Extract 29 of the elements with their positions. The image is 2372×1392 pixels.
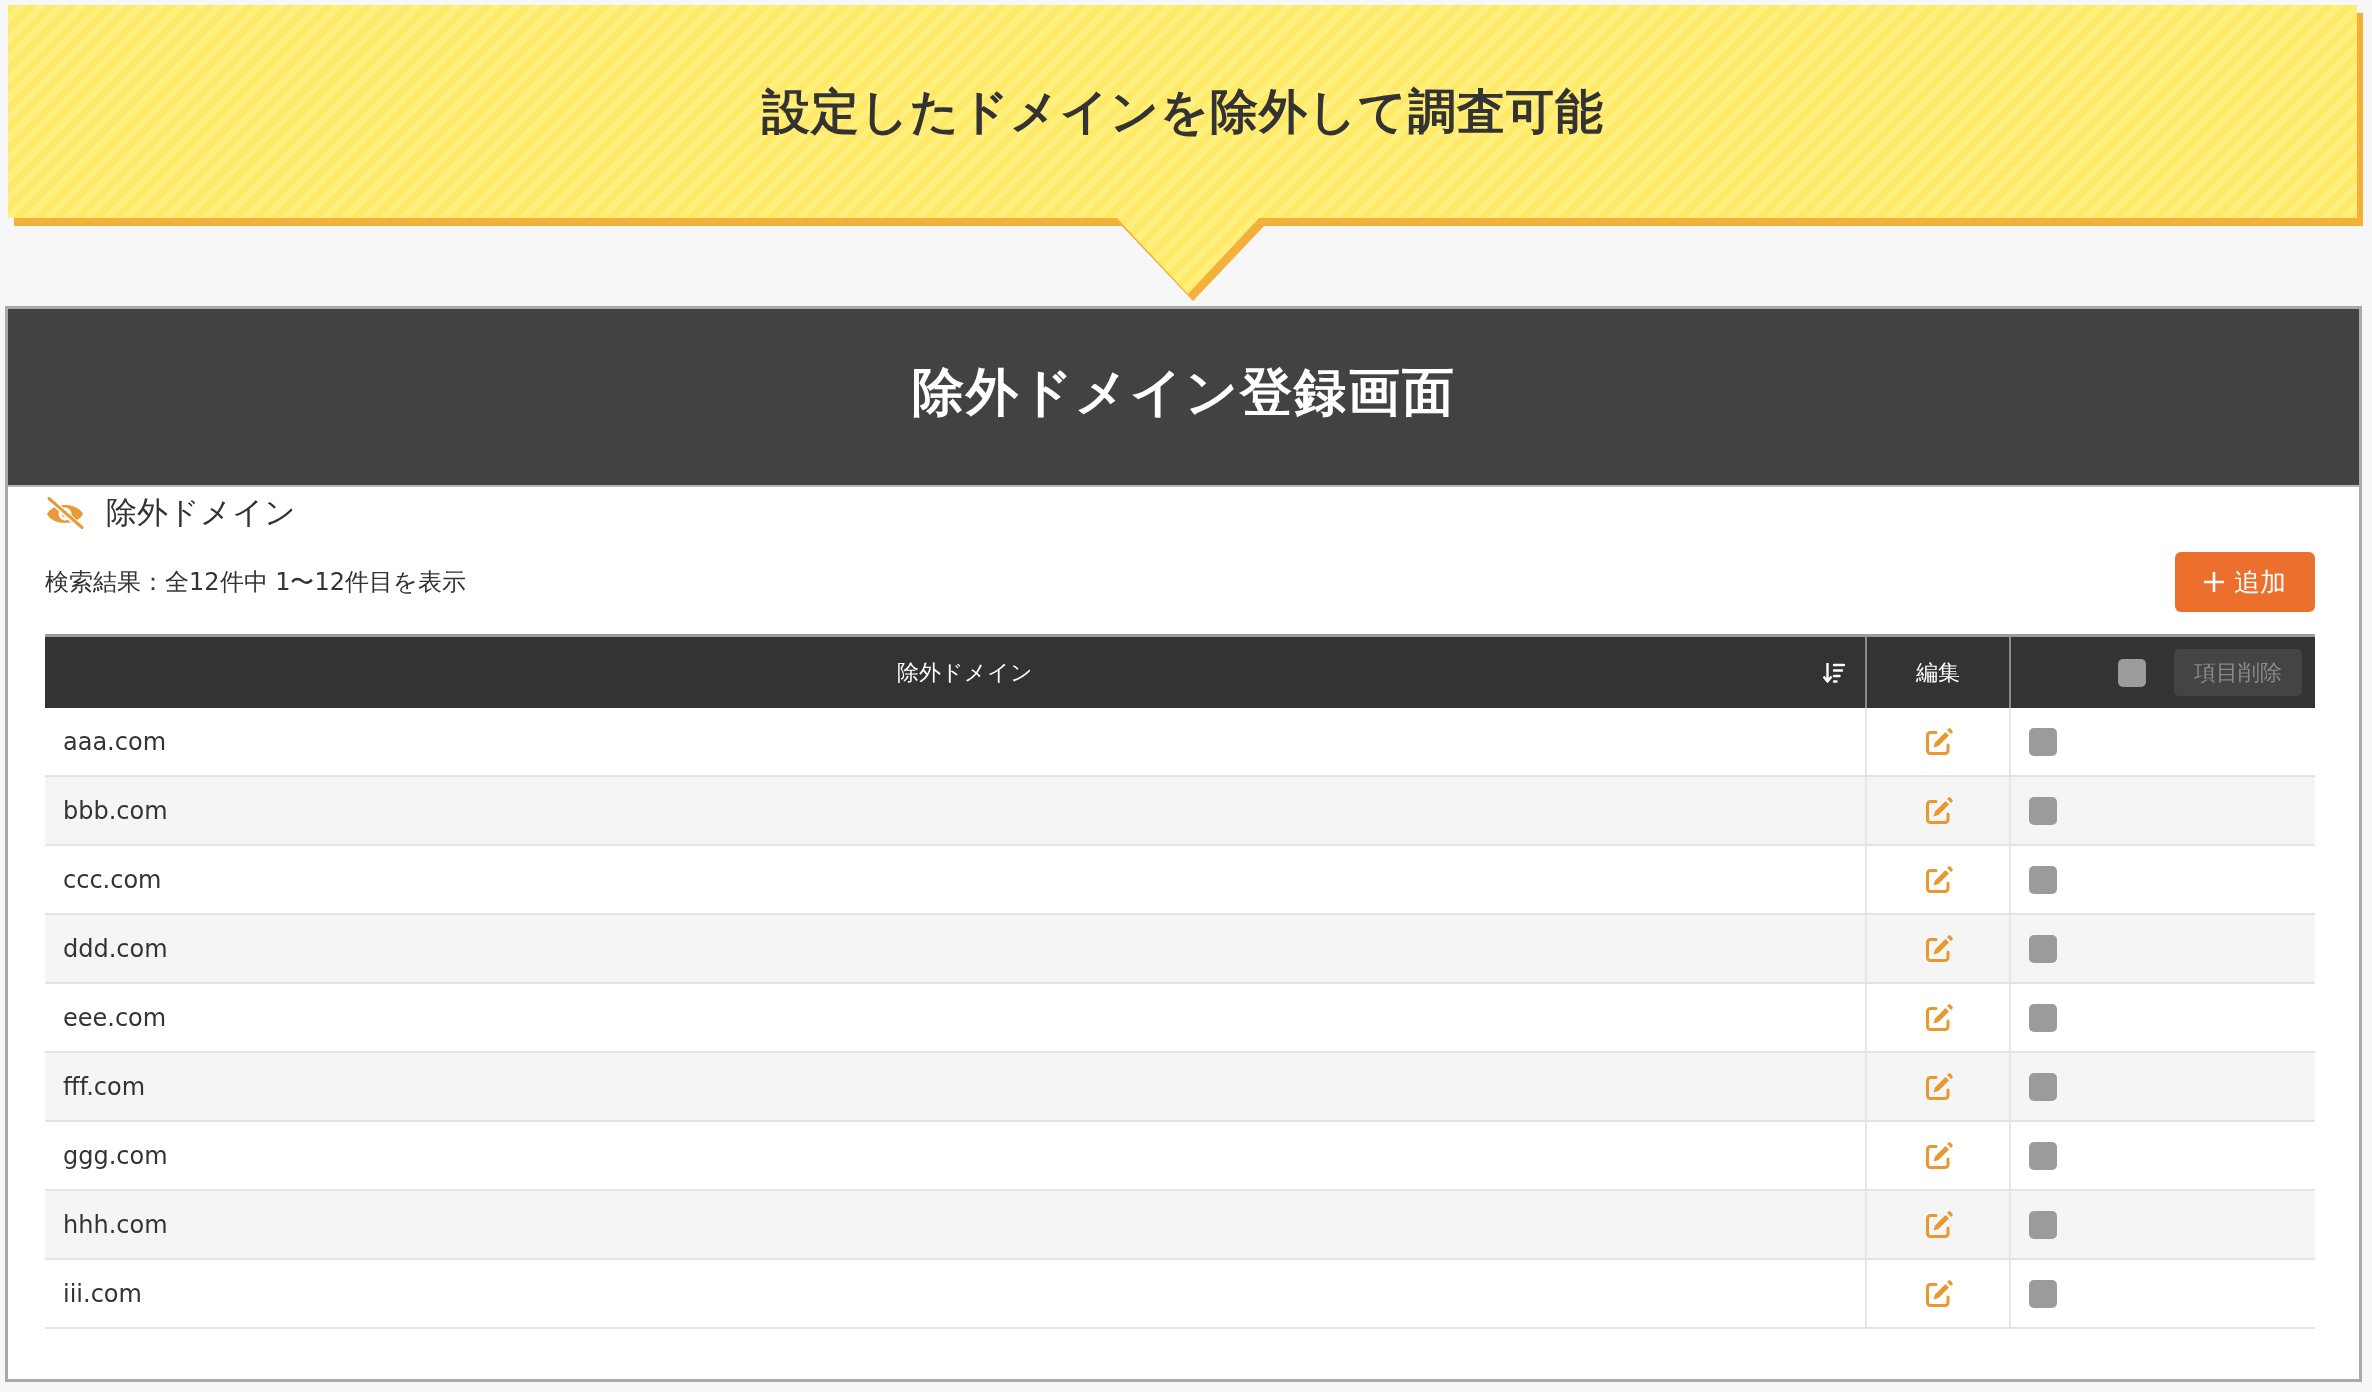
table-cell: aaa.com bbox=[45, 708, 1866, 776]
sort-icon[interactable] bbox=[1823, 661, 1845, 684]
table-cell: ggg.com bbox=[45, 1121, 1866, 1190]
table-cell: ddd.com bbox=[45, 914, 1866, 983]
checkbox[interactable] bbox=[2029, 1279, 2057, 1308]
checkbox[interactable] bbox=[2029, 934, 2057, 963]
checkbox[interactable] bbox=[2118, 658, 2146, 687]
checkbox[interactable] bbox=[2029, 1072, 2057, 1101]
banner-title: 設定したドメインを除外して調査可能 bbox=[761, 81, 1604, 141]
checkbox[interactable] bbox=[2029, 727, 2057, 756]
table-cell: bbb.com bbox=[45, 776, 1866, 845]
table-cell: iii.com bbox=[45, 1259, 1866, 1328]
checkbox[interactable] bbox=[2029, 1003, 2057, 1032]
column-header: 編集 bbox=[1916, 659, 1960, 685]
eye-slash-icon bbox=[45, 497, 85, 529]
checkbox[interactable] bbox=[2029, 1210, 2057, 1239]
table-cell: hhh.com bbox=[45, 1190, 1866, 1259]
checkbox[interactable] bbox=[2029, 796, 2057, 825]
column-header: 除外ドメイン bbox=[897, 658, 1033, 687]
section-title: 除外ドメイン bbox=[106, 493, 296, 532]
panel-title: 除外ドメイン登録画面 bbox=[911, 361, 1456, 424]
plus-icon bbox=[2204, 572, 2224, 592]
add-button[interactable]: 追加 bbox=[2175, 552, 2315, 612]
checkbox[interactable] bbox=[2029, 865, 2057, 894]
table-cell: ccc.com bbox=[45, 845, 1866, 914]
result-summary: 検索結果：全12件中 1〜12件目を表示 bbox=[45, 567, 466, 598]
table-cell: eee.com bbox=[45, 983, 1866, 1052]
checkbox[interactable] bbox=[2029, 1141, 2057, 1170]
table-cell: fff.com bbox=[45, 1052, 1866, 1121]
